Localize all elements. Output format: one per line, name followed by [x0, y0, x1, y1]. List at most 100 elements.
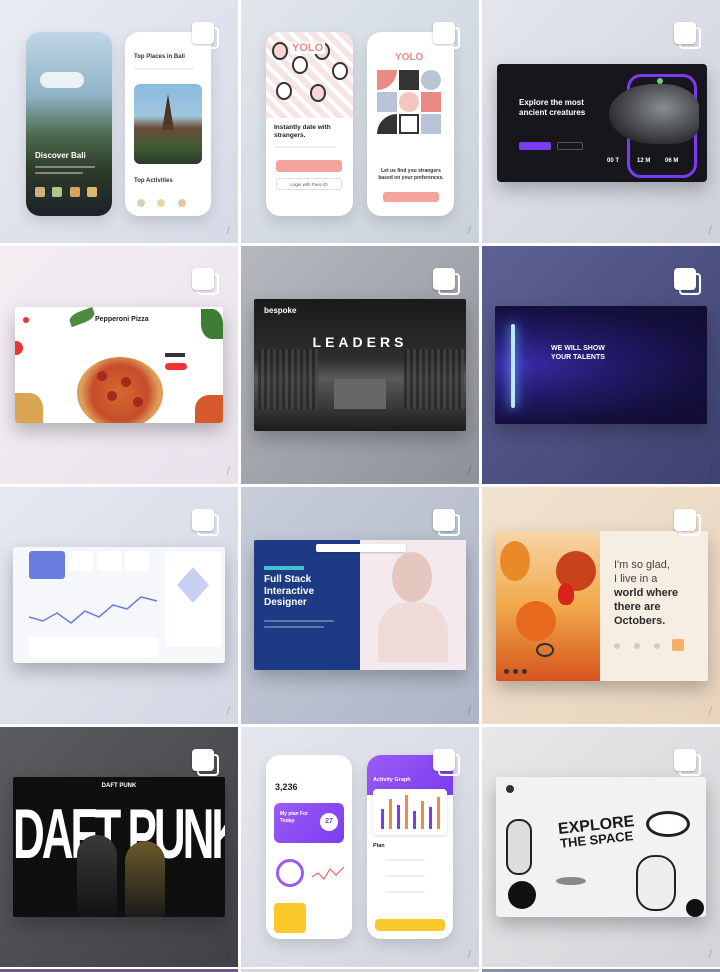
- autumn-illustration: [496, 531, 600, 681]
- top-nav-bar[interactable]: [316, 544, 406, 552]
- signup-button[interactable]: [276, 160, 342, 172]
- dino-headline: Explore the most ancient creatures: [519, 98, 586, 117]
- corner-mark-icon: /: [226, 223, 230, 237]
- dashboard-screen: [13, 547, 225, 663]
- grid-post-bali-travel-app[interactable]: Discover Bali Top Places in Bali Top Act…: [0, 0, 238, 243]
- top-activities-heading: Top Activities: [134, 178, 173, 184]
- multiple-images-icon: [674, 749, 702, 777]
- grid-post-daft-punk-website[interactable]: DAFT PUNK DAFT PUNK /: [0, 727, 238, 967]
- grid-post-yolo-dating-app[interactable]: YOLO Instantly date with strangers. Logi…: [241, 0, 479, 243]
- grid-post-pizza-website[interactable]: Pepperoni Pizza /: [0, 246, 238, 484]
- space-website-screen: EXPLORE THE SPACE: [496, 777, 706, 917]
- green-dot: [657, 78, 663, 84]
- slider-dot[interactable]: [522, 669, 527, 674]
- talents-website-screen: WE WILL SHOW YOUR TALENTS: [495, 306, 707, 424]
- grid-post-space-website[interactable]: EXPLORE THE SPACE /: [482, 727, 720, 967]
- login-face-id-button[interactable]: Login with Face ID: [276, 178, 342, 190]
- continue-button[interactable]: [383, 192, 439, 202]
- corner-mark-icon: /: [226, 464, 230, 478]
- grid-post-fitness-app[interactable]: 3,236 My plan For Today 27 Activity Grap…: [241, 727, 479, 967]
- astronaut-right: [636, 855, 676, 911]
- grid-post-talents-website[interactable]: WE WILL SHOW YOUR TALENTS /: [482, 246, 720, 484]
- line-chart: [29, 596, 158, 624]
- kpi-card: [125, 551, 149, 571]
- dino-website-screen: Explore the most ancient creatures 00 T …: [497, 64, 707, 182]
- pizza-image: [77, 357, 163, 423]
- steps-count: 3,236: [275, 782, 298, 792]
- space-logo-icon: [506, 785, 514, 793]
- side-pizza-left: [15, 393, 43, 423]
- multiple-images-icon: [674, 509, 702, 537]
- heart-rate-chart: [312, 866, 344, 880]
- yolo-phone-right: YOLO Let us find you strangers based on …: [367, 32, 454, 216]
- corner-mark-icon: /: [467, 223, 471, 237]
- street-lights: [334, 379, 386, 409]
- pizza-title: Pepperoni Pizza: [95, 316, 149, 323]
- building-right: [404, 349, 464, 409]
- label-tag: [264, 566, 304, 570]
- bar-chart-card: [373, 789, 447, 835]
- corner-mark-icon: /: [708, 947, 712, 961]
- corner-mark-icon: /: [226, 947, 230, 961]
- multiple-images-icon: [674, 22, 702, 50]
- plan-card-title: My plan For Today: [280, 811, 309, 824]
- designer-website-screen: Full Stack Interactive Designer: [254, 540, 466, 670]
- slider-dot[interactable]: [504, 669, 509, 674]
- plan-card-value: 27: [320, 813, 338, 831]
- ufo: [556, 877, 586, 885]
- price-label: [165, 353, 185, 357]
- portrait-panel: [360, 540, 466, 670]
- start-button[interactable]: [375, 919, 445, 931]
- multiple-images-icon: [433, 268, 461, 296]
- geometric-illustration: [377, 70, 443, 150]
- octobers-line-3: world where: [614, 587, 679, 599]
- basil-leaf: [67, 307, 97, 328]
- corner-mark-icon: /: [226, 704, 230, 718]
- explore-button[interactable]: [519, 142, 551, 150]
- activity-graph-title: Activity Graph: [373, 777, 411, 783]
- plan-heading: Plan: [373, 843, 385, 849]
- bali-phone-right: Top Places in Bali Top Activities: [125, 32, 211, 216]
- octobers-line-2: I live in a: [614, 573, 658, 585]
- black-planet: [508, 881, 536, 909]
- grid-post-analytics-dashboard[interactable]: /: [0, 487, 238, 724]
- multiple-images-icon: [192, 509, 220, 537]
- weather-icon: [634, 643, 640, 649]
- octobers-line-5: Octobers.: [614, 615, 666, 627]
- bali-phone-left: Discover Bali: [26, 32, 112, 216]
- kpi-card-highlight: [29, 551, 65, 579]
- stats-row: [29, 637, 159, 657]
- watch-button[interactable]: [557, 142, 583, 150]
- fitness-phone-right: Activity Graph Plan: [367, 755, 453, 939]
- octobers-line-4: there are: [614, 601, 661, 613]
- basil-leaf: [201, 309, 223, 339]
- plan-card[interactable]: My plan For Today 27: [274, 803, 344, 843]
- grid-post-designer-portfolio[interactable]: Full Stack Interactive Designer /: [241, 487, 479, 724]
- multiple-images-icon: [192, 749, 220, 777]
- corner-mark-icon: /: [467, 704, 471, 718]
- grid-post-autumn-website[interactable]: I'm so glad, I live in a world where the…: [482, 487, 720, 724]
- grid-post-dinosaur-website[interactable]: Explore the most ancient creatures 00 T …: [482, 0, 720, 243]
- weather-icon: [654, 643, 660, 649]
- fitness-phone-left: 3,236 My plan For Today 27: [266, 755, 352, 939]
- grid-post-leaders-website[interactable]: bespoke LEADERS /: [241, 246, 479, 484]
- talents-headline: WE WILL SHOW YOUR TALENTS: [551, 345, 605, 362]
- kpi-card: [97, 551, 121, 571]
- side-pizza-right: [195, 395, 223, 423]
- saturn-planet: [646, 811, 690, 837]
- multiple-images-icon: [192, 268, 220, 296]
- multiple-images-icon: [674, 268, 702, 296]
- bespoke-logo: bespoke: [264, 306, 297, 315]
- corner-mark-icon: /: [467, 464, 471, 478]
- slider-dot[interactable]: [513, 669, 518, 674]
- yolo-tagline: Let us find you strangers based on your …: [378, 168, 444, 181]
- side-panel: [165, 551, 221, 647]
- top-places-heading: Top Places in Bali: [134, 54, 185, 60]
- multiple-images-icon: [433, 509, 461, 537]
- selected-weather-icon[interactable]: [672, 639, 684, 651]
- dinosaur-head: [609, 84, 699, 144]
- daftpunk-website-screen: DAFT PUNK DAFT PUNK: [13, 777, 225, 917]
- designer-headline: Full Stack Interactive Designer: [264, 574, 315, 608]
- multiple-images-icon: [192, 22, 220, 50]
- order-button[interactable]: [165, 363, 187, 370]
